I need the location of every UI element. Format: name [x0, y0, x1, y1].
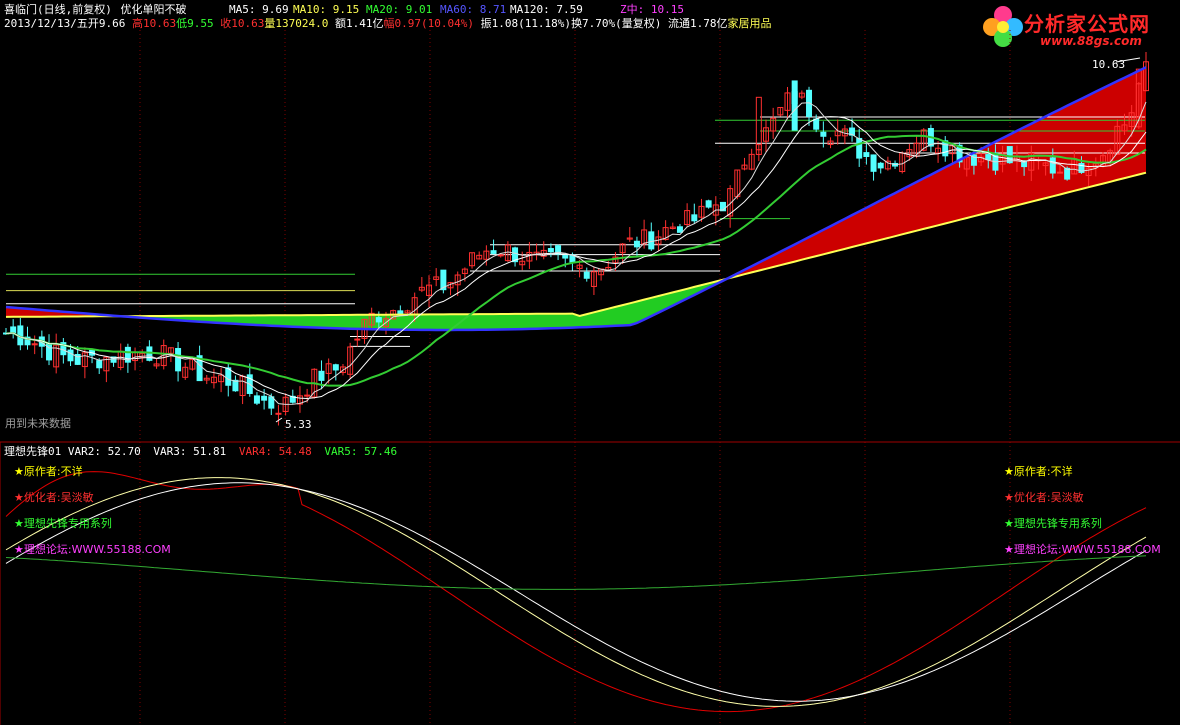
candle-body — [261, 395, 268, 401]
candle-body — [755, 96, 762, 151]
candlesticks[interactable] — [3, 52, 1149, 426]
candle-body — [96, 360, 103, 369]
candle-body — [1006, 146, 1013, 164]
note-forum: ★理想论坛:WWW.55188.COM — [14, 543, 171, 556]
var5-label: VAR5: 57.46 — [324, 445, 398, 458]
star-icon: ★ — [14, 543, 24, 556]
note-optimizer: ★优化者:吴淡敏 — [1004, 491, 1084, 504]
note-forum: ★理想论坛:WWW.55188.COM — [1004, 543, 1161, 556]
price-min-label: 5.33 — [285, 418, 312, 431]
candle-body — [253, 395, 260, 404]
candle-body — [490, 250, 497, 254]
candle-body — [870, 154, 877, 172]
grid-lines — [0, 30, 1180, 725]
star-icon: ★ — [14, 491, 24, 504]
star-icon: ★ — [1004, 517, 1014, 530]
price-max-label: 10.63 — [1092, 58, 1126, 71]
candle-body — [633, 240, 640, 248]
candle-body — [332, 364, 339, 371]
candle-body — [354, 338, 361, 341]
star-icon: ★ — [1004, 543, 1014, 556]
arrow-icon — [275, 417, 283, 423]
star-icon: ★ — [1004, 491, 1014, 504]
var3-line — [5, 477, 1147, 707]
var3-label: VAR3: 51.81 — [153, 445, 227, 458]
candle-body — [1049, 157, 1056, 174]
note-series: ★理想先锋专用系列 — [1004, 517, 1102, 530]
candle-body — [813, 118, 820, 130]
note-series: ★理想先锋专用系列 — [14, 517, 112, 530]
var2-label: VAR2: 52.70 — [67, 445, 141, 458]
var4-line — [5, 471, 1147, 713]
future-data-note: 用到未来数据 — [5, 417, 71, 430]
note-author: ★原作者:不详 — [14, 465, 83, 478]
candle-body — [583, 271, 590, 279]
candle-body — [232, 379, 239, 392]
candle-body — [67, 349, 74, 362]
candle-body — [1064, 167, 1071, 180]
note-author: ★原作者:不详 — [1004, 465, 1073, 478]
indicator-name[interactable]: 理想先锋01 — [4, 445, 61, 458]
var2-line — [5, 482, 1147, 702]
candle-body — [225, 367, 232, 386]
candle-body — [318, 370, 325, 381]
candle-body — [791, 80, 798, 131]
candle-body — [175, 348, 182, 372]
indicator-header: 理想先锋01 VAR2: 52.70 VAR3: 51.81 VAR4: 54.… — [4, 445, 397, 458]
candle-body — [275, 412, 282, 415]
candle-body — [547, 248, 554, 253]
candle-body — [877, 162, 884, 169]
note-optimizer: ★优化者:吴淡敏 — [14, 491, 94, 504]
star-icon: ★ — [14, 517, 24, 530]
candle-body — [676, 226, 683, 233]
candle-body — [562, 255, 569, 259]
candle-body — [705, 200, 712, 208]
candle-body — [375, 317, 382, 323]
candle-body — [10, 326, 17, 334]
candle-body — [648, 231, 655, 250]
candle-body — [304, 394, 311, 397]
candle-body — [856, 137, 863, 159]
var5-line — [5, 555, 1147, 590]
candle-body — [985, 154, 992, 161]
chart-canvas — [0, 30, 1180, 725]
star-icon: ★ — [14, 465, 24, 478]
var4-label: VAR4: 54.48 — [238, 445, 312, 458]
candle-body — [1056, 171, 1063, 174]
candle-body — [691, 214, 698, 222]
candle-body — [863, 152, 870, 157]
star-icon: ★ — [1004, 465, 1014, 478]
candle-body — [820, 131, 827, 137]
